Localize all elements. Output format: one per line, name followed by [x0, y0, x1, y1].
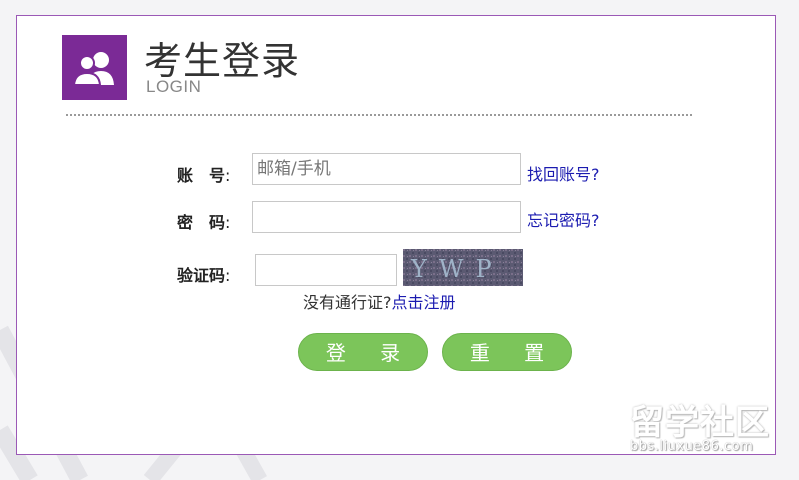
captcha-label: 验证码: — [177, 262, 247, 286]
site-watermark: 留学社区 bbs.liuxue86.com — [630, 404, 770, 454]
password-input[interactable] — [252, 201, 521, 233]
captcha-label-colon: : — [225, 266, 231, 285]
account-label-colon: : — [225, 166, 231, 185]
password-label: 密 码: — [177, 209, 247, 233]
reset-button[interactable]: 重 置 — [442, 333, 572, 371]
account-input[interactable] — [252, 153, 521, 185]
forgot-password-link[interactable]: 忘记密码? — [527, 207, 600, 231]
captcha-image[interactable]: YWP — [403, 249, 523, 286]
captcha-text: YWP — [410, 255, 504, 283]
find-account-link[interactable]: 找回账号? — [527, 161, 600, 185]
users-icon — [72, 52, 114, 86]
watermark-logo-text: 留学社区 — [630, 403, 770, 443]
header-divider — [66, 114, 692, 116]
password-label-colon: : — [225, 213, 231, 232]
logo — [62, 35, 127, 100]
register-link[interactable]: 点击注册 — [392, 293, 456, 312]
page-subtitle: LOGIN — [146, 77, 202, 96]
captcha-input[interactable] — [255, 254, 397, 286]
watermark-url: bbs.liuxue86.com — [630, 439, 754, 454]
account-label: 账 号: — [177, 162, 247, 186]
captcha-label-text: 验证码 — [177, 266, 226, 285]
account-label-text: 账 号 — [177, 166, 226, 185]
register-prompt-text: 没有通行证? — [303, 293, 392, 312]
login-panel — [16, 15, 776, 455]
login-button[interactable]: 登 录 — [298, 333, 428, 371]
password-label-text: 密 码 — [177, 213, 226, 232]
register-prompt: 没有通行证?点击注册 — [303, 289, 456, 313]
